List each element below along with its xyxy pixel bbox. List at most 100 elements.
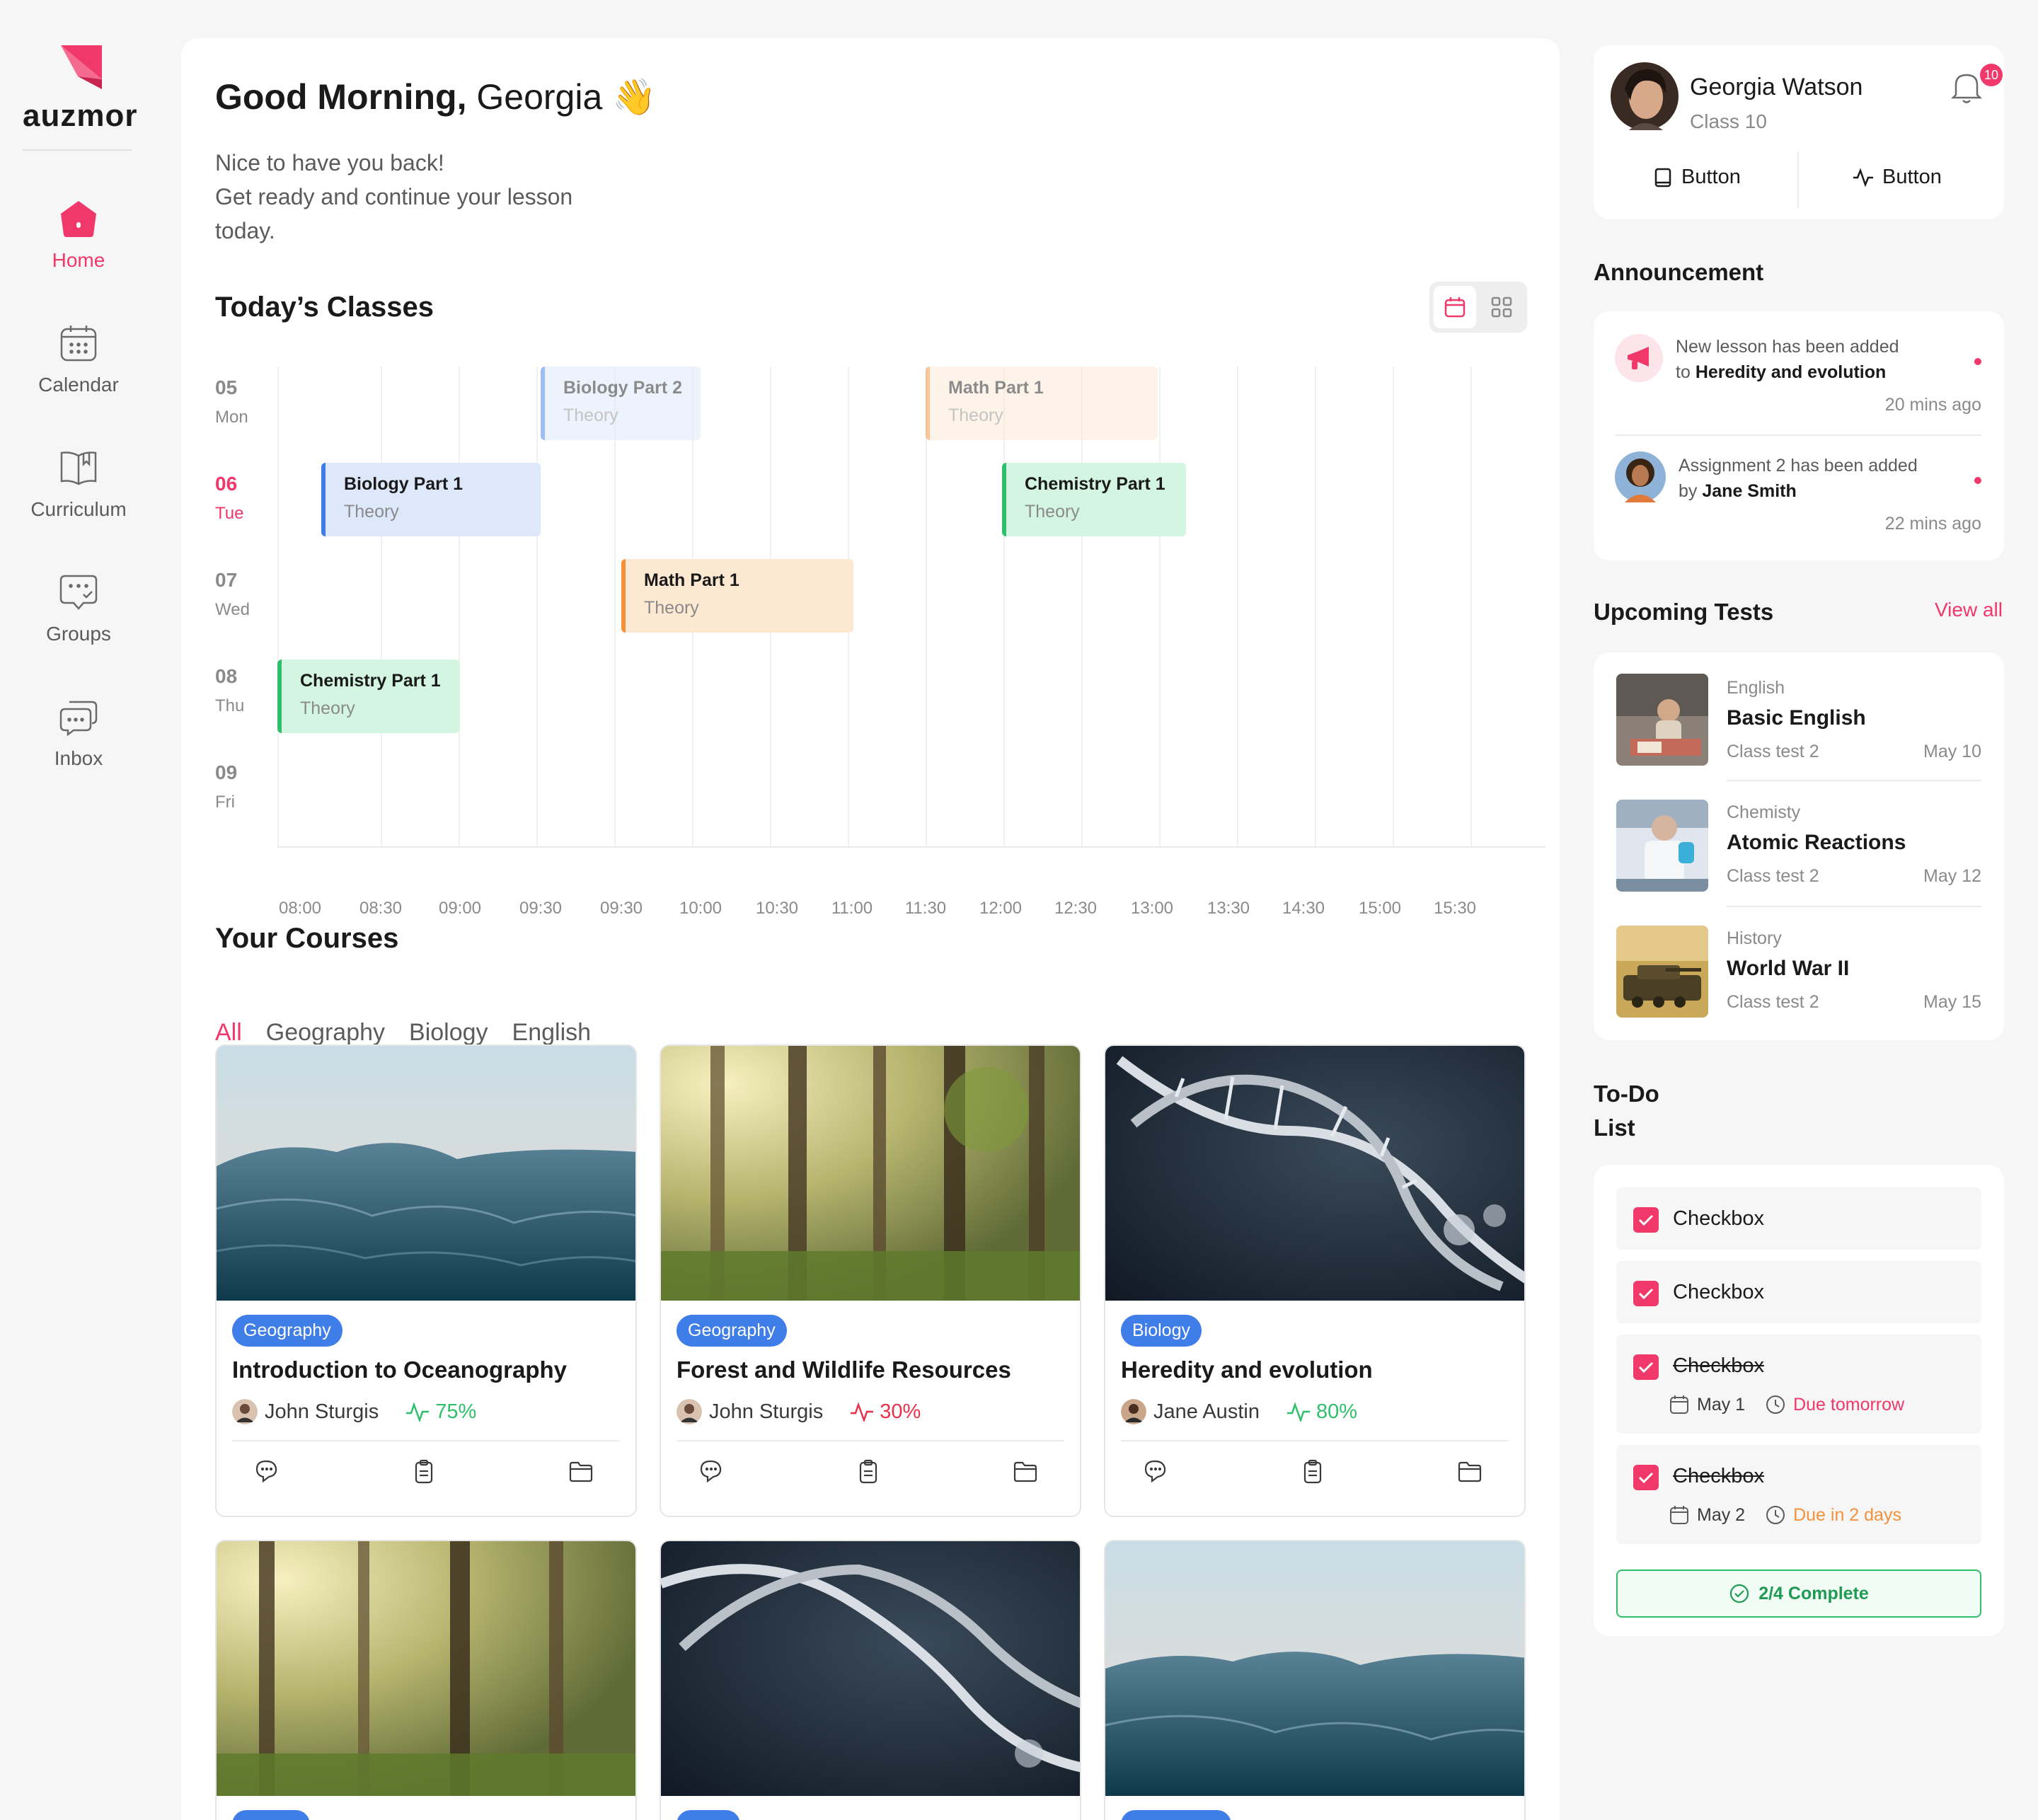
trend-up-icon <box>1286 1402 1310 1422</box>
course-category-badge[interactable]: Biology <box>1121 1315 1202 1347</box>
course-card[interactable] <box>660 1540 1081 1820</box>
calendar-view-button[interactable] <box>1434 286 1476 328</box>
todays-classes-title: Today’s Classes <box>215 292 434 323</box>
chat-icon[interactable] <box>1142 1458 1169 1485</box>
checkbox[interactable] <box>1633 1465 1659 1490</box>
event-title: Biology Part 2 <box>563 378 683 398</box>
clipboard-icon[interactable] <box>410 1458 437 1485</box>
card-actions <box>1121 1441 1509 1485</box>
class-event[interactable]: Math Part 1 Theory <box>926 367 1158 440</box>
course-meta: John Sturgis 75% <box>232 1399 620 1424</box>
checkbox[interactable] <box>1633 1281 1659 1306</box>
view-all-tests-link[interactable]: View all <box>1935 599 2003 621</box>
course-title[interactable]: Introduction to Oceanography <box>232 1357 620 1383</box>
class-event[interactable]: Chemistry Part 1 Theory <box>277 660 460 733</box>
course-progress: 75% <box>405 1400 476 1424</box>
tab-geography[interactable]: Geography <box>266 1019 385 1047</box>
course-category-badge[interactable] <box>1121 1810 1231 1820</box>
home-icon <box>61 201 96 237</box>
grid-view-button[interactable] <box>1480 286 1523 328</box>
day-number: 09 <box>215 761 238 783</box>
nav-item-curriculum[interactable]: Curriculum <box>0 447 157 521</box>
class-event[interactable]: Biology Part 1 Theory <box>321 463 541 536</box>
announcement-prefix: by <box>1679 481 1698 501</box>
nav-item-calendar[interactable]: Calendar <box>0 323 157 396</box>
sidebar-divider <box>23 149 132 151</box>
profile-secondary-button[interactable]: Button <box>1853 166 1942 189</box>
folder-icon[interactable] <box>568 1458 594 1485</box>
course-card[interactable] <box>215 1540 637 1820</box>
todo-item[interactable]: Checkbox <box>1616 1187 1981 1250</box>
time-label: 08:00 <box>278 899 322 918</box>
test-thumbnail <box>1616 926 1708 1018</box>
schedule-gridline <box>459 367 460 848</box>
event-title: Chemistry Part 1 <box>1025 474 1165 494</box>
test-subject: History <box>1727 928 1782 948</box>
test-title[interactable]: Atomic Reactions <box>1727 831 1906 855</box>
author-avatar <box>677 1399 702 1424</box>
course-category-badge[interactable]: Geography <box>677 1315 787 1347</box>
course-title[interactable]: Heredity and evolution <box>1121 1357 1509 1383</box>
wave-emoji: 👋 <box>612 77 657 117</box>
notification-count-badge: 10 <box>1980 64 2003 86</box>
event-subtitle: Theory <box>563 405 618 425</box>
profile-primary-button[interactable]: Button <box>1653 166 1741 189</box>
class-event[interactable]: Biology Part 2 Theory <box>541 367 701 440</box>
nav-item-inbox[interactable]: Inbox <box>0 696 157 770</box>
course-category-badge[interactable]: Geography <box>232 1315 342 1347</box>
event-title: Chemistry Part 1 <box>300 671 441 691</box>
day-name: Mon <box>215 408 248 427</box>
calendar-icon <box>1670 1506 1688 1524</box>
folder-icon[interactable] <box>1456 1458 1483 1485</box>
test-title[interactable]: Basic English <box>1727 706 1866 730</box>
todo-item[interactable]: Checkbox May 1 Due tomorrow <box>1616 1335 1981 1434</box>
todo-complete-label: 2/4 Complete <box>1758 1583 1869 1603</box>
course-card[interactable]: Geography Introduction to Oceanography J… <box>215 1044 637 1517</box>
nav-item-home[interactable]: Home <box>0 198 157 272</box>
todo-complete-button[interactable]: 2/4 Complete <box>1616 1570 1981 1618</box>
announcement-item[interactable]: Assignment 2 has been added by Jane Smit… <box>1679 453 1918 504</box>
course-category-badge[interactable] <box>232 1810 310 1820</box>
bell-icon[interactable] <box>1950 69 1983 105</box>
course-card[interactable]: Biology Heredity and evolution Jane Aust… <box>1104 1044 1526 1517</box>
class-event[interactable]: Math Part 1 Theory <box>621 559 853 633</box>
nav-label-inbox: Inbox <box>54 747 103 769</box>
clipboard-icon[interactable] <box>855 1458 882 1485</box>
logo-mark-icon <box>61 45 102 89</box>
course-card[interactable]: Geography Forest and Wildlife Resources … <box>660 1044 1081 1517</box>
chat-icon[interactable] <box>698 1458 725 1485</box>
test-title[interactable]: World War II <box>1727 957 1849 981</box>
folder-icon[interactable] <box>1012 1458 1039 1485</box>
course-category-badge[interactable] <box>677 1810 740 1820</box>
book-icon <box>1654 168 1671 187</box>
clipboard-icon[interactable] <box>1299 1458 1326 1485</box>
checkbox[interactable] <box>1633 1207 1659 1233</box>
todo-item[interactable]: Checkbox May 2 Due in 2 days <box>1616 1445 1981 1544</box>
class-event[interactable]: Chemistry Part 1 Theory <box>1002 463 1186 536</box>
test-subject: Chemisty <box>1727 802 1801 822</box>
progress-value: 80% <box>1316 1400 1357 1423</box>
time-label: 15:30 <box>1433 899 1477 918</box>
checkbox[interactable] <box>1633 1354 1659 1380</box>
course-card[interactable] <box>1104 1540 1526 1820</box>
megaphone-icon <box>1615 334 1663 382</box>
test-divider <box>1727 906 1981 907</box>
tab-english[interactable]: English <box>512 1019 592 1047</box>
tab-all[interactable]: All <box>215 1019 242 1056</box>
tab-biology[interactable]: Biology <box>409 1019 488 1047</box>
todo-date: May 2 <box>1697 1504 1746 1525</box>
trend-down-icon <box>851 1402 874 1422</box>
test-date: May 10 <box>1923 742 1981 761</box>
card-actions <box>677 1441 1064 1485</box>
avatar[interactable] <box>1609 61 1680 132</box>
test-thumbnail <box>1616 674 1708 766</box>
course-title[interactable]: Forest and Wildlife Resources <box>677 1357 1064 1383</box>
brand-logo[interactable]: auzmor <box>23 42 137 134</box>
nav-item-groups[interactable]: Groups <box>0 572 157 645</box>
announcement-item[interactable]: New lesson has been added to Heredity an… <box>1676 334 1899 385</box>
day-name: Thu <box>215 696 245 715</box>
chat-icon[interactable] <box>253 1458 280 1485</box>
todo-title-line-1: To-Do <box>1594 1081 1659 1107</box>
test-thumbnail <box>1616 800 1708 892</box>
todo-item[interactable]: Checkbox <box>1616 1261 1981 1323</box>
